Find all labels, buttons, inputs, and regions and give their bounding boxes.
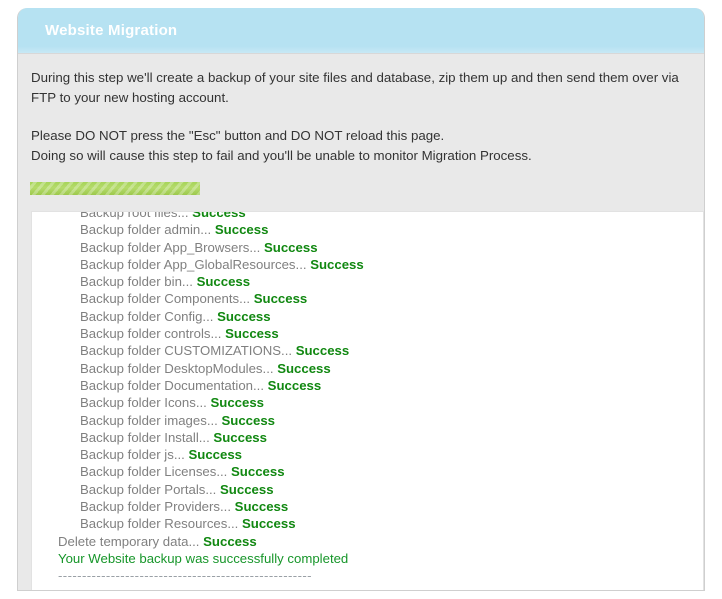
log-entry: Backup folder CUSTOMIZATIONS... Success — [58, 342, 703, 359]
status-badge: Success — [196, 274, 251, 290]
status-badge: Success — [253, 291, 308, 307]
migration-log-box[interactable]: Backup root files... Success Backup folde… — [31, 211, 704, 590]
log-entry-label: Backup folder js... — [80, 447, 189, 463]
log-entry-label: Backup folder App_Browsers... — [80, 239, 264, 255]
panel-body: During this step we'll create a backup o… — [18, 53, 704, 590]
log-entry-label: Backup folder Config... — [80, 308, 218, 324]
log-entry-label: Backup folder Providers... — [80, 499, 235, 515]
log-entry-label: Backup folder Licenses... — [80, 464, 232, 480]
intro-spacer — [31, 108, 690, 126]
log-entry: Backup folder images... Success — [58, 412, 703, 429]
status-badge: Success — [210, 395, 265, 411]
log-entry: Backup folder Components... Success — [58, 290, 703, 307]
status-badge: Success — [267, 377, 322, 393]
log-entry: Backup folder Documentation... Success — [58, 377, 703, 394]
intro-text: During this step we'll create a backup o… — [18, 54, 704, 166]
page-title: Website Migration — [45, 22, 178, 39]
log-entry-label: Backup folder Icons... — [80, 395, 211, 411]
log-entry: Backup folder Licenses... Success — [58, 463, 703, 480]
log-entry-label: Backup folder admin... — [80, 222, 215, 238]
log-entry: Backup folder App_GlobalResources... Suc… — [58, 256, 703, 273]
log-entry-label: Backup folder Documentation... — [80, 377, 268, 393]
log-entry: Backup folder Providers... Success — [58, 498, 703, 515]
log-entry-label: Backup folder bin... — [80, 274, 197, 290]
status-badge: Success — [225, 326, 279, 342]
log-entry-label: Backup folder Resources... — [80, 516, 242, 532]
log-entry: Backup folder DesktopModules... Success — [58, 360, 703, 377]
status-badge: Success — [295, 343, 350, 359]
intro-warning-2: Doing so will cause this step to fail an… — [31, 148, 532, 163]
log-entry-label: Backup folder Portals... — [80, 481, 221, 497]
log-entry: Backup folder bin... Success — [58, 273, 703, 290]
intro-line-1: During this step we'll create a backup o… — [31, 70, 679, 85]
log-entry: Backup folder admin... Success — [58, 221, 703, 238]
migration-log-list: Backup root files... Success Backup folde… — [32, 211, 703, 590]
panel-header: Website Migration — [18, 8, 704, 53]
log-entry: Delete temporary data... Success — [58, 533, 703, 550]
log-success-message: Your Website backup was successfully com… — [58, 550, 349, 566]
status-badge: Success — [214, 222, 269, 238]
log-entry: Backup folder controls... Success — [58, 325, 703, 342]
log-entry-label: Backup folder CUSTOMIZATIONS... — [80, 343, 296, 359]
status-badge: Success — [192, 211, 246, 220]
log-section-heading: Starting backup upload — [58, 585, 703, 590]
log-entry: Backup folder Config... Success — [58, 308, 703, 325]
status-badge: Success — [220, 481, 274, 497]
log-entry-label: Backup folder controls... — [80, 326, 226, 342]
status-badge: Success — [242, 516, 296, 532]
log-entry-label: Backup folder Components... — [80, 291, 254, 307]
status-badge: Success — [203, 533, 257, 549]
intro-line-2: FTP to your new hosting account. — [31, 90, 229, 105]
log-entry: Backup folder Portals... Success — [58, 481, 703, 498]
log-entry: Backup folder Resources... Success — [58, 515, 703, 532]
progress-bar-fill — [30, 182, 200, 195]
status-badge: Success — [188, 447, 243, 463]
status-badge: Success — [231, 464, 285, 480]
log-entry: Backup root files... Success — [58, 211, 703, 221]
log-entry: Backup folder Install... Success — [58, 429, 703, 446]
log-entry: Backup folder js... Success — [58, 446, 703, 463]
log-entry: Backup folder App_Browsers... Success — [58, 239, 703, 256]
status-badge: Success — [213, 429, 267, 445]
log-entry-label: Backup folder Install... — [80, 429, 214, 445]
log-entry: Backup folder Icons... Success — [58, 394, 703, 411]
status-badge: Success — [277, 360, 331, 376]
log-entry-label: Backup folder DesktopModules... — [80, 360, 278, 376]
log-entry-label: Backup root files... — [80, 211, 193, 220]
migration-panel: Website Migration During this step we'll… — [17, 8, 705, 591]
status-badge: Success — [310, 256, 364, 272]
status-badge: Success — [217, 308, 271, 324]
progress-bar-track — [30, 182, 370, 195]
log-entry-label: Delete temporary data... — [58, 533, 204, 549]
log-separator: ----------------------------------------… — [58, 568, 312, 584]
log-entry-label: Backup folder App_GlobalResources... — [80, 256, 311, 272]
intro-warning-1: Please DO NOT press the "Esc" button and… — [31, 128, 445, 143]
status-badge: Success — [221, 412, 276, 428]
log-entry-label: Backup folder images... — [80, 412, 222, 428]
status-badge: Success — [234, 499, 289, 515]
status-badge: Success — [264, 239, 318, 255]
